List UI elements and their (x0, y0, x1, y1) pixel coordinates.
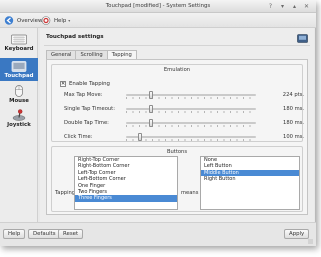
emulation-group: Emulation ✕ Enable Tapping Max Tap Move:… (51, 64, 304, 142)
button-bar: Help Defaults Reset Apply (0, 222, 316, 246)
help-button[interactable]: Help (3, 229, 26, 239)
tapping-caption: Tapping (55, 190, 76, 196)
header-divider (44, 45, 310, 46)
sidebar-item-label: Keyboard (4, 46, 34, 52)
enable-tapping-label: Enable Tapping (69, 81, 110, 87)
close-icon[interactable]: ✕ (303, 3, 310, 10)
slider-value: 224 pts. (282, 92, 304, 98)
sidebar-item-label: Mouse (9, 98, 29, 104)
title-bar[interactable]: Touchpad [modified] - System Settings ? … (0, 0, 316, 13)
slider-track[interactable] (126, 94, 256, 96)
slider-label: Click Time: (64, 134, 93, 140)
chevron-down-icon: ▾ (68, 18, 71, 23)
single-tap-timeout-slider[interactable] (149, 105, 153, 113)
slider-ticks (126, 97, 256, 99)
content-area: Touchpad settings General Scrolling Tapp… (40, 28, 314, 222)
defaults-button[interactable]: Defaults (28, 229, 61, 239)
help-menu-button[interactable]: Help ▾ (41, 15, 70, 26)
tapping-panel: Emulation ✕ Enable Tapping Max Tap Move:… (46, 59, 308, 215)
sidebar-item-label: Joystick (7, 122, 31, 128)
slider-track[interactable] (126, 108, 256, 110)
checkbox-box[interactable]: ✕ (60, 81, 66, 87)
slider-label: Double Tap Time: (64, 120, 109, 126)
buttons-title: Buttons (166, 149, 188, 155)
resize-grip-icon[interactable] (308, 239, 313, 244)
back-arrow-icon (4, 16, 14, 25)
slider-value: 180 ms. (283, 106, 304, 112)
sidebar-item-joystick[interactable]: Joystick (0, 108, 38, 130)
emulation-title: Emulation (163, 67, 191, 73)
tap-gesture-list[interactable]: Right-Top Corner Right-Bottom Corner Lef… (74, 156, 178, 210)
slider-value: 180 ms. (283, 120, 304, 126)
tab-scrolling[interactable]: Scrolling (75, 50, 108, 59)
mouse-icon (15, 85, 23, 97)
system-settings-window: Touchpad [modified] - System Settings ? … (0, 0, 316, 246)
sidebar-item-mouse[interactable]: Mouse (0, 84, 38, 106)
slider-label: Max Tap Move: (64, 92, 103, 98)
slider-label: Single Tap Timeout: (64, 106, 115, 112)
help-label: Help (54, 17, 67, 24)
means-caption: means (181, 190, 199, 196)
buttons-group: Buttons Tapping Right-Top Corner Right-B… (51, 146, 303, 212)
slider-row: Double Tap Time: 180 ms. (64, 119, 304, 127)
double-tap-time-slider[interactable] (149, 119, 153, 127)
reset-button[interactable]: Reset (58, 229, 84, 239)
tab-general[interactable]: General (46, 50, 77, 59)
joystick-icon (12, 109, 26, 121)
sidebar-item-touchpad[interactable]: Touchpad (0, 58, 38, 81)
max-tap-move-slider[interactable] (149, 91, 153, 99)
click-time-slider[interactable] (138, 133, 142, 141)
touchpad-icon (11, 61, 27, 72)
list-item-selected[interactable]: Three Fingers (75, 195, 177, 202)
slider-ticks (126, 111, 256, 113)
slider-ticks (126, 125, 256, 127)
slider-row: Click Time: 100 ms. (64, 133, 304, 141)
slider-track[interactable] (126, 136, 256, 138)
maximize-icon[interactable]: ▴ (291, 3, 298, 10)
touchpad-icon (297, 34, 308, 43)
sidebar: Keyboard Touchpad Mouse Joystick (0, 28, 38, 222)
sidebar-item-keyboard[interactable]: Keyboard (0, 32, 38, 56)
slider-value: 100 ms. (283, 134, 304, 140)
list-item[interactable]: Right Button (201, 176, 299, 182)
keyboard-icon (11, 34, 27, 45)
help-icon[interactable]: ? (267, 3, 274, 10)
overview-button[interactable]: Overview (4, 15, 42, 26)
toolbar: Overview Help ▾ (0, 13, 316, 28)
slider-track[interactable] (126, 122, 256, 124)
button-action-list[interactable]: None Left Button Middle Button Right But… (200, 156, 300, 210)
slider-ticks (126, 139, 256, 141)
slider-row: Single Tap Timeout: 180 ms. (64, 105, 304, 113)
sidebar-item-label: Touchpad (4, 73, 34, 79)
slider-row: Max Tap Move: 224 pts. (64, 91, 304, 99)
overview-label: Overview (17, 17, 43, 24)
minimize-icon[interactable]: ▾ (279, 3, 286, 10)
help-lifebuoy-icon (41, 16, 51, 25)
page-title: Touchpad settings (46, 34, 104, 40)
enable-tapping-checkbox[interactable]: ✕ Enable Tapping (60, 81, 110, 87)
apply-button[interactable]: Apply (284, 229, 310, 239)
